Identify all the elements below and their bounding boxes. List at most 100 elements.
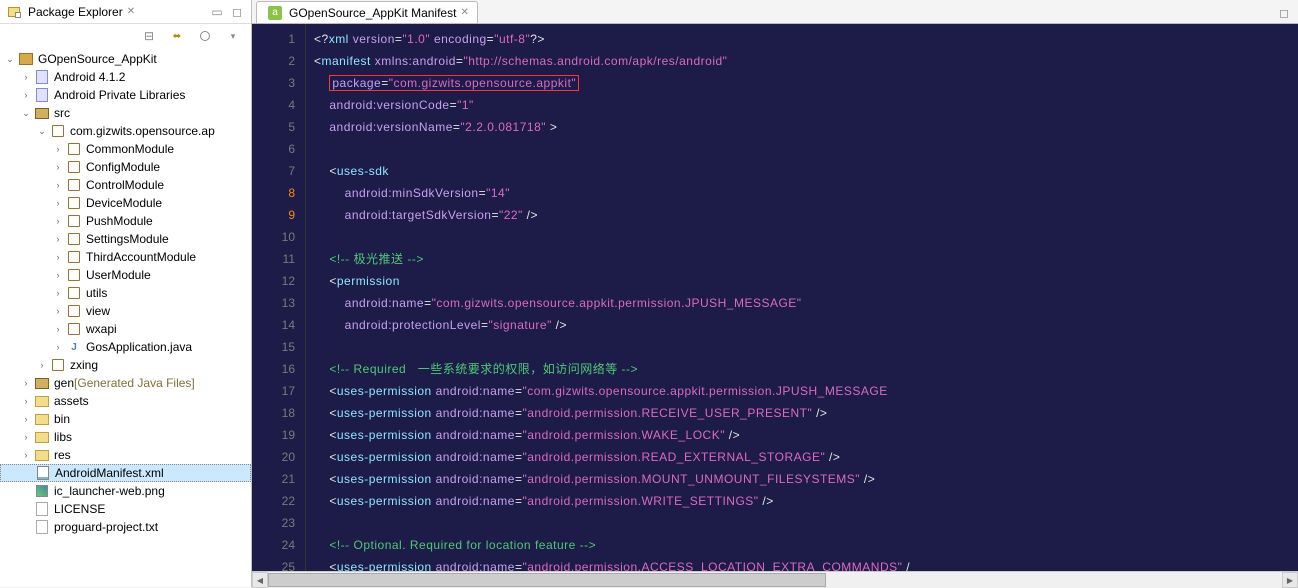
chevron-right-icon[interactable]: › <box>20 414 32 424</box>
code-line[interactable]: package="com.gizwits.opensource.appkit" <box>314 72 1298 94</box>
project-tree[interactable]: ⌄GOpenSource_AppKit›Android 4.1.2›Androi… <box>0 48 251 587</box>
tree-node-gopensource-appkit[interactable]: ⌄GOpenSource_AppKit <box>0 50 251 68</box>
code-line[interactable] <box>314 512 1298 534</box>
code-line[interactable]: <uses-permission android:name="android.p… <box>314 556 1298 571</box>
line-number[interactable]: 23 <box>252 512 295 534</box>
line-number[interactable]: 25 <box>252 556 295 571</box>
line-number[interactable]: 3 <box>252 72 295 94</box>
tree-node-proguard-project-txt[interactable]: proguard-project.txt <box>0 518 251 536</box>
code-line[interactable]: android:versionName="2.2.0.081718" > <box>314 116 1298 138</box>
collapse-all-icon[interactable] <box>141 28 157 44</box>
code-line[interactable]: android:targetSdkVersion="22" /> <box>314 204 1298 226</box>
code-line[interactable]: <permission <box>314 270 1298 292</box>
tree-node-license[interactable]: LICENSE <box>0 500 251 518</box>
tree-node-androidmanifest-xml[interactable]: AndroidManifest.xml <box>0 464 251 482</box>
view-menu-icon[interactable] <box>225 28 241 44</box>
tree-node-utils[interactable]: ›utils <box>0 284 251 302</box>
code-line[interactable]: <!-- Required 一些系统要求的权限，如访问网络等 --> <box>314 358 1298 380</box>
tree-node-pushmodule[interactable]: ›PushModule <box>0 212 251 230</box>
scroll-left-button[interactable]: ◀ <box>252 572 268 588</box>
link-editor-icon[interactable] <box>169 28 185 44</box>
tree-node-libs[interactable]: ›libs <box>0 428 251 446</box>
line-number[interactable]: 11 <box>252 248 295 270</box>
chevron-right-icon[interactable]: › <box>52 252 64 262</box>
tree-node-controlmodule[interactable]: ›ControlModule <box>0 176 251 194</box>
tree-node-thirdaccountmodule[interactable]: ›ThirdAccountModule <box>0 248 251 266</box>
close-tab-icon[interactable]: ✕ <box>460 7 468 18</box>
line-number[interactable]: 4 <box>252 94 295 116</box>
tree-node-android-4-1-2[interactable]: ›Android 4.1.2 <box>0 68 251 86</box>
focus-task-icon[interactable] <box>197 28 213 44</box>
line-number[interactable]: 21 <box>252 468 295 490</box>
line-number[interactable]: 1 <box>252 28 295 50</box>
close-icon[interactable]: ✕ <box>127 6 135 17</box>
line-number[interactable]: 18 <box>252 402 295 424</box>
code-editor[interactable]: 1234567891011121314151617181920212223242… <box>252 24 1298 571</box>
line-number[interactable]: 14 <box>252 314 295 336</box>
tree-node-res[interactable]: ›res <box>0 446 251 464</box>
code-line[interactable]: <uses-permission android:name="android.p… <box>314 490 1298 512</box>
chevron-right-icon[interactable]: › <box>52 342 64 352</box>
tree-node-ic-launcher-web-png[interactable]: ic_launcher-web.png <box>0 482 251 500</box>
chevron-right-icon[interactable]: › <box>52 144 64 154</box>
minimize-icon[interactable] <box>209 4 225 20</box>
line-number[interactable]: 9 <box>252 204 295 226</box>
tree-node-gosapplication-java[interactable]: ›GosApplication.java <box>0 338 251 356</box>
chevron-right-icon[interactable]: › <box>52 234 64 244</box>
line-number[interactable]: 2 <box>252 50 295 72</box>
line-number[interactable]: 19 <box>252 424 295 446</box>
code-line[interactable]: <uses-permission android:name="android.p… <box>314 468 1298 490</box>
code-line[interactable]: <manifest xmlns:android="http://schemas.… <box>314 50 1298 72</box>
line-number[interactable]: 12 <box>252 270 295 292</box>
maximize-editor-icon[interactable] <box>1276 5 1292 21</box>
scroll-thumb[interactable] <box>268 573 826 587</box>
code-line[interactable]: <?xml version="1.0" encoding="utf-8"?> <box>314 28 1298 50</box>
code-line[interactable] <box>314 336 1298 358</box>
tree-node-devicemodule[interactable]: ›DeviceModule <box>0 194 251 212</box>
chevron-right-icon[interactable]: › <box>20 72 32 82</box>
maximize-icon[interactable] <box>229 4 245 20</box>
editor-tab-manifest[interactable]: GOpenSource_AppKit Manifest ✕ <box>256 1 478 23</box>
line-number[interactable]: 20 <box>252 446 295 468</box>
chevron-right-icon[interactable]: › <box>52 324 64 334</box>
chevron-right-icon[interactable]: › <box>52 180 64 190</box>
chevron-right-icon[interactable]: › <box>52 198 64 208</box>
line-number[interactable]: 15 <box>252 336 295 358</box>
code-line[interactable]: <uses-permission android:name="android.p… <box>314 446 1298 468</box>
line-number[interactable]: 13 <box>252 292 295 314</box>
horizontal-scrollbar[interactable]: ◀ ▶ <box>252 571 1298 587</box>
line-number[interactable]: 24 <box>252 534 295 556</box>
chevron-down-icon[interactable]: ⌄ <box>20 108 32 119</box>
chevron-right-icon[interactable]: › <box>36 360 48 370</box>
chevron-right-icon[interactable]: › <box>52 162 64 172</box>
code-line[interactable]: <!-- Optional. Required for location fea… <box>314 534 1298 556</box>
tree-node-bin[interactable]: ›bin <box>0 410 251 428</box>
line-number[interactable]: 8 <box>252 182 295 204</box>
scroll-right-button[interactable]: ▶ <box>1282 572 1298 588</box>
tree-node-commonmodule[interactable]: ›CommonModule <box>0 140 251 158</box>
code-line[interactable]: <uses-sdk <box>314 160 1298 182</box>
chevron-down-icon[interactable]: ⌄ <box>4 54 16 65</box>
line-number[interactable]: 6 <box>252 138 295 160</box>
chevron-right-icon[interactable]: › <box>52 216 64 226</box>
line-number[interactable]: 7 <box>252 160 295 182</box>
chevron-right-icon[interactable]: › <box>20 432 32 442</box>
code-line[interactable]: android:minSdkVersion="14" <box>314 182 1298 204</box>
code-area[interactable]: <?xml version="1.0" encoding="utf-8"?><m… <box>306 24 1298 571</box>
chevron-right-icon[interactable]: › <box>52 288 64 298</box>
code-line[interactable]: android:name="com.gizwits.opensource.app… <box>314 292 1298 314</box>
code-line[interactable]: <uses-permission android:name="android.p… <box>314 424 1298 446</box>
tree-node-usermodule[interactable]: ›UserModule <box>0 266 251 284</box>
tree-node-zxing[interactable]: ›zxing <box>0 356 251 374</box>
line-number[interactable]: 10 <box>252 226 295 248</box>
tree-node-gen[interactable]: ›gen [Generated Java Files] <box>0 374 251 392</box>
line-number[interactable]: 22 <box>252 490 295 512</box>
chevron-right-icon[interactable]: › <box>52 270 64 280</box>
tree-node-src[interactable]: ⌄src <box>0 104 251 122</box>
chevron-down-icon[interactable]: ⌄ <box>36 126 48 137</box>
code-line[interactable] <box>314 138 1298 160</box>
tree-node-configmodule[interactable]: ›ConfigModule <box>0 158 251 176</box>
code-line[interactable]: <uses-permission android:name="android.p… <box>314 402 1298 424</box>
chevron-right-icon[interactable]: › <box>20 378 32 388</box>
tree-node-wxapi[interactable]: ›wxapi <box>0 320 251 338</box>
